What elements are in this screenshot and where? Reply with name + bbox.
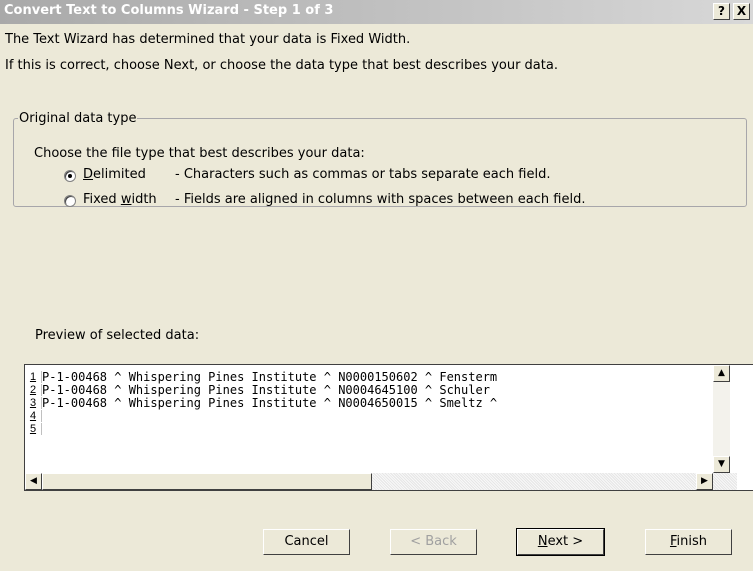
row-number: 2 bbox=[25, 384, 42, 396]
delimited-label[interactable]: Delimited bbox=[83, 167, 146, 182]
back-button[interactable]: < Back bbox=[390, 529, 477, 555]
fixed-width-label[interactable]: Fixed width bbox=[83, 192, 157, 207]
row-text: P-1-00468 ^ Whispering Pines Institute ^… bbox=[42, 370, 498, 384]
row-number: 1 bbox=[25, 371, 42, 383]
fixed-width-radio[interactable] bbox=[64, 195, 76, 207]
horizontal-scroll-thumb[interactable] bbox=[42, 473, 372, 490]
window-title: Convert Text to Columns Wizard - Step 1 … bbox=[4, 3, 334, 18]
preview-row: 1 P-1-00468 ^ Whispering Pines Institute… bbox=[25, 370, 715, 384]
scroll-up-icon[interactable]: ▲ bbox=[713, 365, 730, 382]
row-text: P-1-00468 ^ Whispering Pines Institute ^… bbox=[42, 396, 498, 410]
row-number: 4 bbox=[25, 410, 42, 422]
scroll-right-icon[interactable]: ▶ bbox=[696, 473, 713, 490]
preview-label: Preview of selected data: bbox=[35, 328, 200, 343]
file-type-prompt: Choose the file type that best describes… bbox=[34, 146, 365, 161]
horizontal-scrollbar[interactable]: ◀ ▶ bbox=[25, 473, 737, 490]
delimited-description: - Characters such as commas or tabs sepa… bbox=[175, 167, 551, 182]
finish-button[interactable]: Finish bbox=[645, 529, 732, 555]
cancel-button[interactable]: Cancel bbox=[263, 529, 350, 555]
fixed-width-description: - Fields are aligned in columns with spa… bbox=[175, 192, 586, 207]
preview-row: 4 bbox=[25, 410, 715, 422]
row-number: 5 bbox=[25, 423, 42, 435]
close-button[interactable]: X bbox=[733, 3, 750, 20]
scroll-down-icon[interactable]: ▼ bbox=[713, 456, 730, 473]
vertical-scrollbar[interactable]: ▲ ▼ bbox=[713, 365, 730, 474]
intro-line-1: The Text Wizard has determined that your… bbox=[5, 32, 411, 47]
next-button[interactable]: Next > bbox=[516, 528, 605, 556]
data-preview[interactable]: 1 P-1-00468 ^ Whispering Pines Institute… bbox=[24, 364, 753, 491]
original-data-type-legend: Original data type bbox=[19, 111, 137, 126]
title-bar: Convert Text to Columns Wizard - Step 1 … bbox=[0, 0, 753, 24]
intro-line-2: If this is correct, choose Next, or choo… bbox=[5, 58, 558, 73]
preview-row: 3 P-1-00468 ^ Whispering Pines Institute… bbox=[25, 396, 715, 410]
preview-rows: 1 P-1-00468 ^ Whispering Pines Institute… bbox=[25, 365, 715, 461]
scroll-left-icon[interactable]: ◀ bbox=[25, 473, 42, 490]
row-text: P-1-00468 ^ Whispering Pines Institute ^… bbox=[42, 383, 498, 397]
delimited-radio[interactable] bbox=[64, 170, 76, 182]
preview-row: 5 bbox=[25, 423, 715, 435]
row-number: 3 bbox=[25, 397, 42, 409]
preview-row: 2 P-1-00468 ^ Whispering Pines Institute… bbox=[25, 383, 715, 397]
help-button[interactable]: ? bbox=[713, 3, 730, 20]
